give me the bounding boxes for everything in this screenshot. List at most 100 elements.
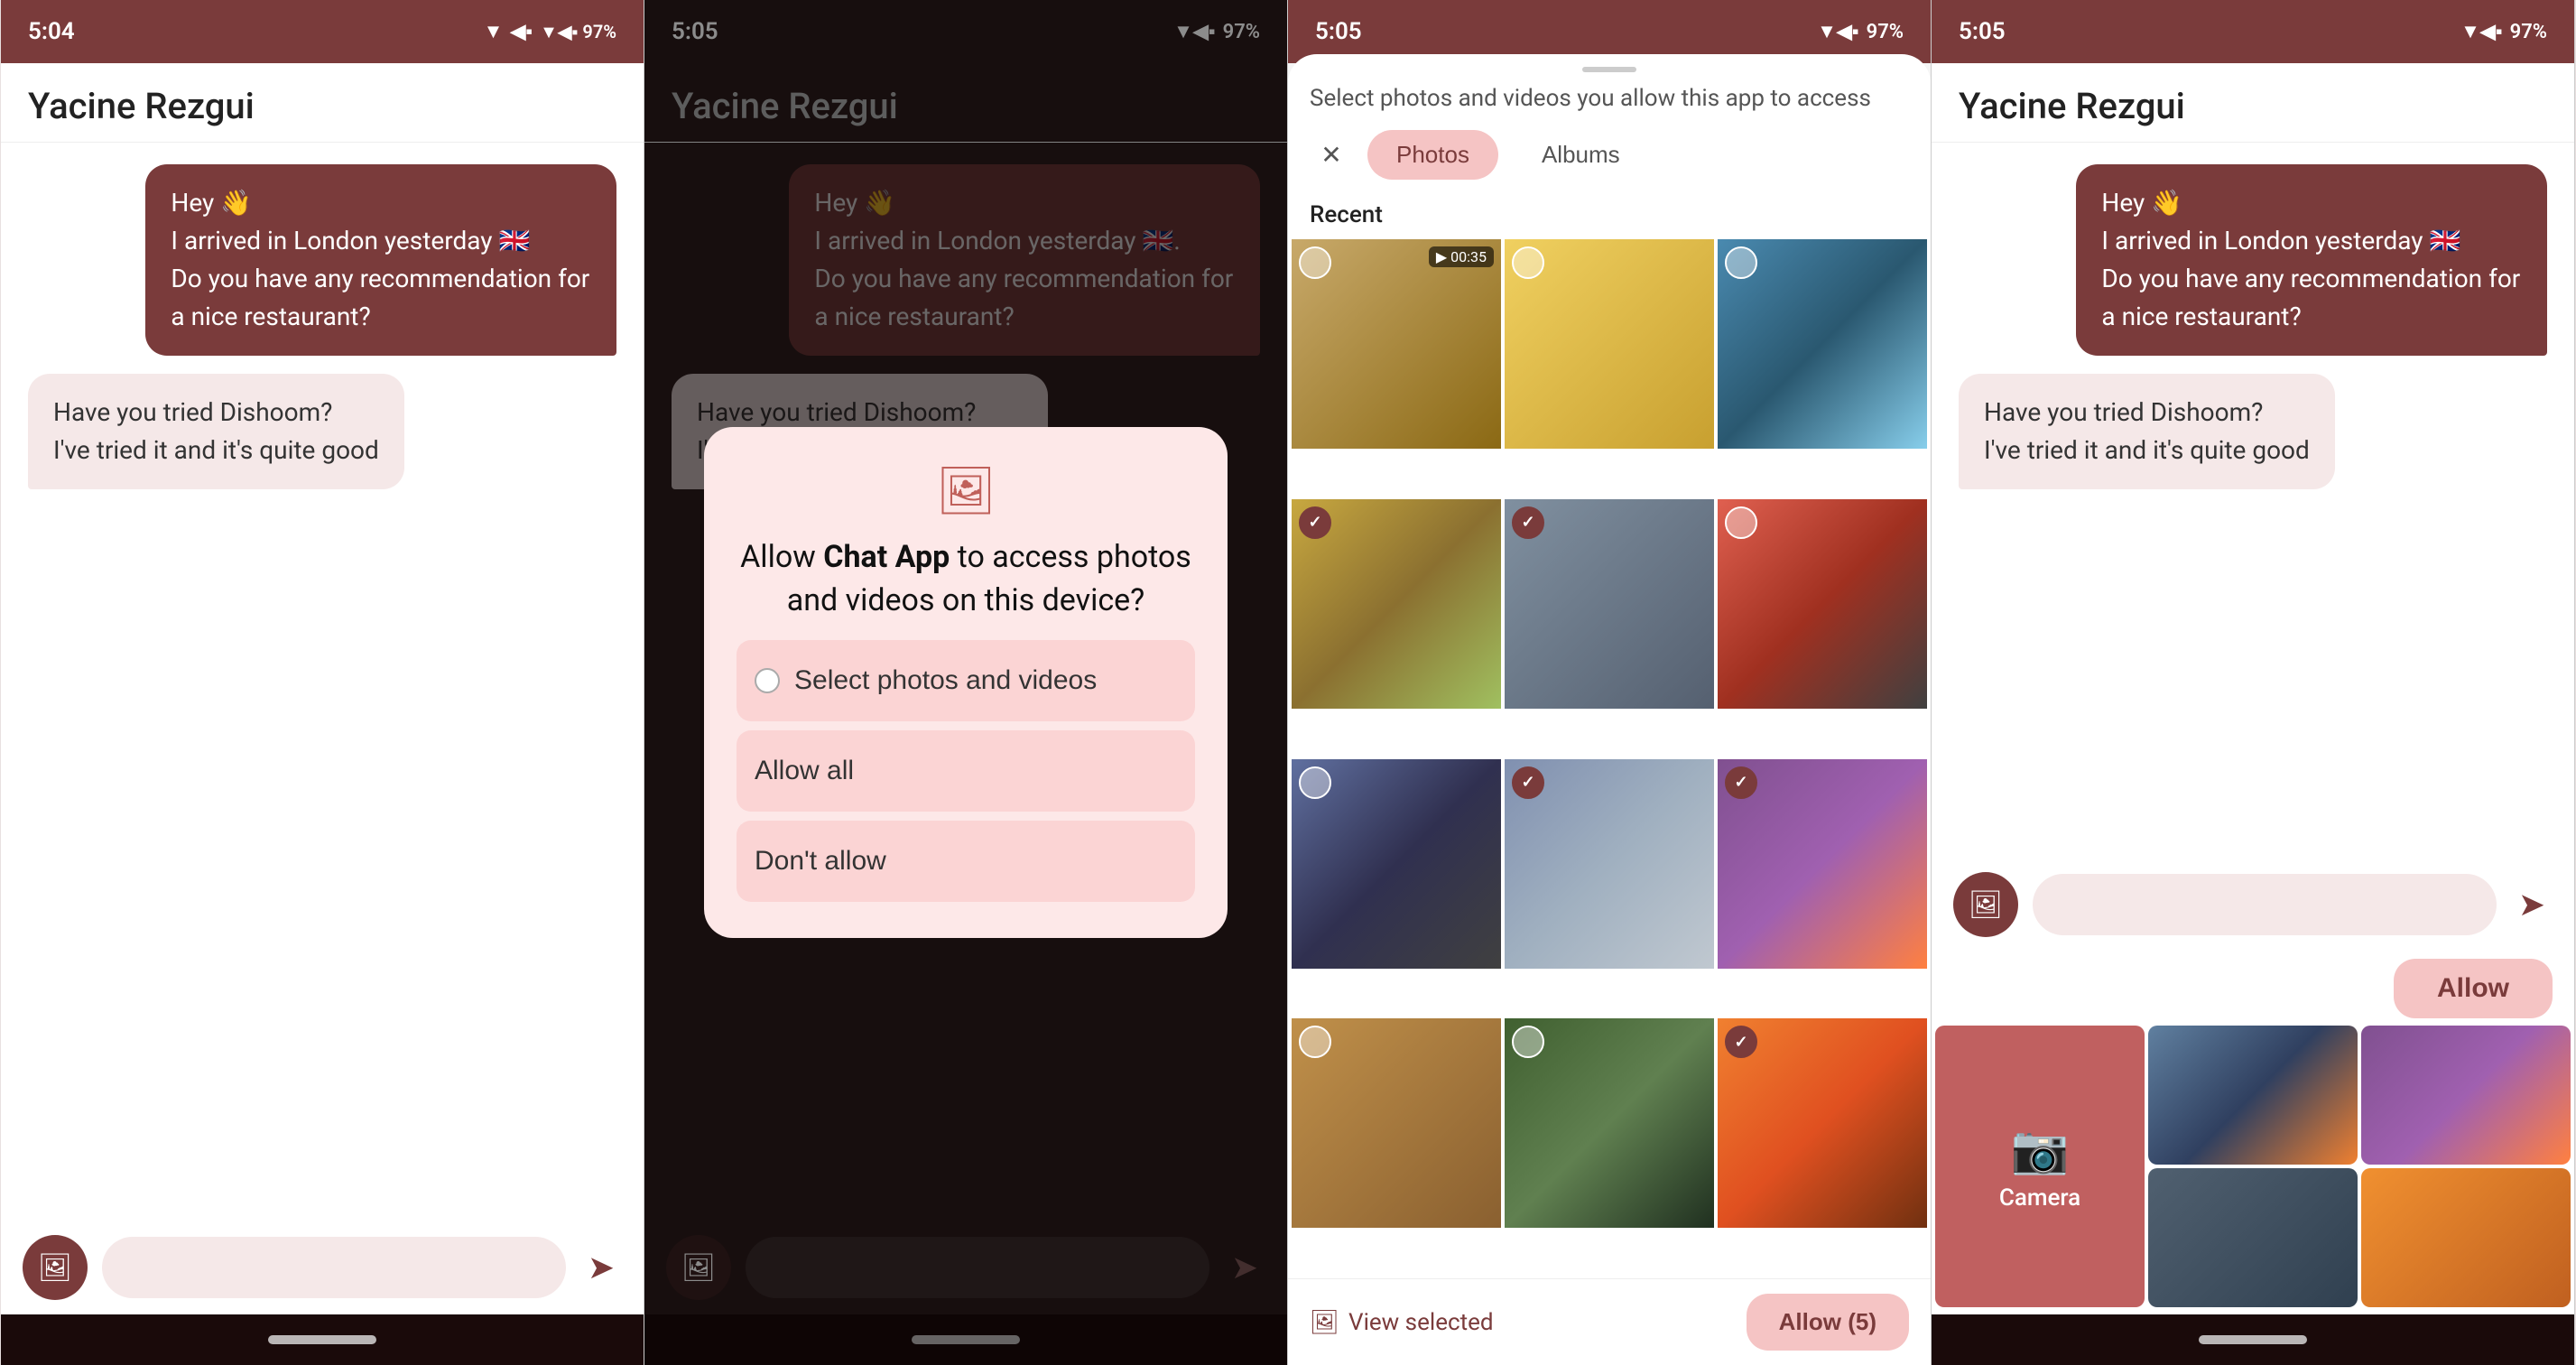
allow-row: Allow	[1932, 952, 2574, 1026]
status-icons-1: ▼ ◀▪ ▼◀▪ 97%	[484, 20, 616, 43]
input-bar-1: 🖼 ➤	[1, 1221, 644, 1314]
send-btn-4[interactable]: ➤	[2511, 878, 2553, 931]
chat-area-1: Hey 👋I arrived in London yesterday 🇬🇧Do …	[1, 143, 644, 1221]
status-bar-4: 5:05 ▼◀▪ 97%	[1932, 0, 2574, 63]
allow-count-btn[interactable]: Allow (5)	[1747, 1294, 1909, 1351]
permission-dialog-overlay: 🖼 Allow Chat App to access photos and vi…	[644, 0, 1287, 1365]
phone-screen-4: 5:05 ▼◀▪ 97% Yacine Rezgui Hey 👋I arrive…	[1932, 0, 2575, 1365]
allow-btn-4[interactable]: Allow	[2394, 959, 2553, 1018]
signal-icon: ◀▪	[510, 20, 533, 43]
allow-label-4: Allow	[2437, 973, 2509, 1003]
strip-photo-4[interactable]	[2361, 1168, 2571, 1307]
received-bubble-4: Have you tried Dishoom?I've tried it and…	[1959, 374, 2335, 489]
photo-cell-7[interactable]	[1292, 759, 1501, 969]
time-1: 5:04	[28, 18, 75, 45]
send-btn-1[interactable]: ➤	[580, 1241, 622, 1294]
check-5	[1512, 506, 1544, 539]
view-selected-icon: 🖼	[1310, 1309, 1339, 1336]
check-9	[1725, 766, 1757, 799]
chat-header-4: Yacine Rezgui	[1932, 63, 2574, 143]
photo-cell-3[interactable]	[1718, 239, 1927, 449]
status-bar-1: 5:04 ▼ ◀▪ ▼◀▪ 97%	[1, 0, 644, 63]
image-icon-4: 🖼	[1969, 889, 2003, 921]
message-input-1[interactable]	[102, 1237, 566, 1298]
chat-area-4: Hey 👋I arrived in London yesterday 🇬🇧Do …	[1932, 143, 2574, 858]
photo-cell-12[interactable]	[1718, 1018, 1927, 1228]
status-icons-4: ▼◀▪ 97%	[2460, 20, 2547, 43]
check-12	[1725, 1026, 1757, 1058]
strip-photo-1[interactable]	[2148, 1026, 2358, 1165]
check-7	[1299, 766, 1331, 799]
check-8	[1512, 766, 1544, 799]
check-10	[1299, 1026, 1331, 1058]
photo-picker-sheet: Select photos and videos you allow this …	[1288, 54, 1931, 1365]
dont-allow-label: Don't allow	[755, 846, 886, 877]
picker-header-text: Select photos and videos you allow this …	[1288, 85, 1931, 123]
check-1	[1299, 246, 1331, 279]
check-6	[1725, 506, 1757, 539]
photo-cell-9[interactable]	[1718, 759, 1927, 969]
dialog-options: Select photos and videos Allow all Don't…	[737, 640, 1195, 902]
received-bubble-1: Have you tried Dishoom?I've tried it and…	[28, 374, 404, 489]
dont-allow-option[interactable]: Don't allow	[737, 821, 1195, 902]
recent-label: Recent	[1288, 194, 1931, 236]
allow-all-option[interactable]: Allow all	[737, 730, 1195, 812]
time-4: 5:05	[1959, 18, 2006, 45]
check-11	[1512, 1026, 1544, 1058]
camera-label-4: Camera	[1999, 1184, 2080, 1212]
photo-cell-2[interactable]	[1505, 239, 1714, 449]
check-4	[1299, 506, 1331, 539]
photo-cell-10[interactable]	[1292, 1018, 1501, 1228]
photo-cell-6[interactable]	[1718, 499, 1927, 709]
check-3	[1725, 246, 1757, 279]
dialog-title: Allow Chat App to access photos and vide…	[737, 536, 1195, 622]
check-2	[1512, 246, 1544, 279]
photo-cell-1[interactable]: ▶ 00:35	[1292, 239, 1501, 449]
photo-cell-11[interactable]	[1505, 1018, 1714, 1228]
tab-photos[interactable]: Photos	[1367, 130, 1498, 180]
phone-screen-2: 5:05 ▼◀▪ 97% Yacine Rezgui Hey 👋I arrive…	[644, 0, 1288, 1365]
status-icons-3: ▼◀▪ 97%	[1817, 20, 1904, 43]
picker-footer: 🖼 View selected Allow (5)	[1288, 1278, 1931, 1365]
strip-photo-3[interactable]	[2148, 1168, 2358, 1307]
chat-header-1: Yacine Rezgui	[1, 63, 644, 143]
input-bar-4: 🖼 ➤	[1932, 858, 2574, 952]
phone-screen-3: 5:05 ▼◀▪ 97% Select photos and videos yo…	[1288, 0, 1932, 1365]
nav-bar-1	[1, 1314, 644, 1365]
image-btn-1[interactable]: 🖼	[23, 1235, 88, 1300]
radio-select	[755, 668, 780, 693]
select-photos-option[interactable]: Select photos and videos	[737, 640, 1195, 721]
time-3: 5:05	[1315, 18, 1362, 45]
photo-cell-8[interactable]	[1505, 759, 1714, 969]
phone-screen-1: 5:04 ▼ ◀▪ ▼◀▪ 97% Yacine Rezgui Hey 👋I a…	[1, 0, 644, 1365]
allow-count-label: Allow (5)	[1779, 1308, 1876, 1335]
photo-cell-5[interactable]	[1505, 499, 1714, 709]
permission-dialog: 🖼 Allow Chat App to access photos and vi…	[704, 427, 1228, 938]
nav-pill-4	[2199, 1335, 2307, 1344]
sent-bubble-4: Hey 👋I arrived in London yesterday 🇬🇧Do …	[2076, 164, 2547, 356]
wifi-icon: ▼	[484, 20, 504, 43]
tab-albums[interactable]: Albums	[1513, 130, 1649, 180]
battery-1: ▼◀▪ 97%	[540, 21, 616, 43]
camera-icon-4: 📷	[2011, 1122, 2070, 1177]
nav-bar-4	[1932, 1314, 2574, 1365]
view-selected-label: View selected	[1348, 1309, 1494, 1336]
camera-cell-4[interactable]: 📷 Camera	[1935, 1026, 2145, 1307]
strip-photo-2[interactable]	[2361, 1026, 2571, 1165]
picker-handle	[1582, 67, 1636, 72]
picker-tabs: ✕ Photos Albums	[1288, 123, 1931, 194]
video-badge-1: ▶ 00:35	[1429, 246, 1494, 267]
nav-pill-1	[268, 1335, 376, 1344]
view-selected-btn[interactable]: 🖼 View selected	[1310, 1309, 1494, 1336]
image-icon-1: 🖼	[38, 1252, 72, 1284]
photo-cell-4[interactable]	[1292, 499, 1501, 709]
photo-strip-4: 📷 Camera	[1932, 1026, 2574, 1314]
message-input-4[interactable]	[2033, 874, 2497, 935]
picker-close-btn[interactable]: ✕	[1310, 134, 1353, 177]
photo-grid: ▶ 00:35	[1288, 236, 1931, 1278]
select-photos-label: Select photos and videos	[794, 665, 1097, 696]
sent-bubble-1: Hey 👋I arrived in London yesterday 🇬🇧Do …	[145, 164, 616, 356]
image-btn-4[interactable]: 🖼	[1953, 872, 2018, 937]
dialog-icon: 🖼	[936, 463, 996, 518]
allow-all-label: Allow all	[755, 756, 854, 786]
